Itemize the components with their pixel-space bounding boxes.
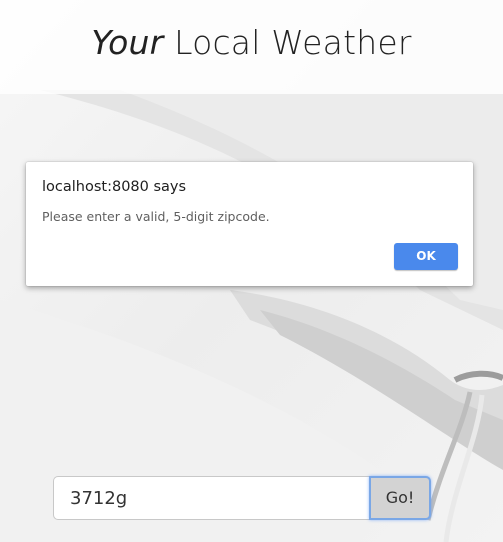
title-your: Your: [91, 23, 164, 62]
title-rest: Local Weather: [163, 23, 412, 62]
go-button[interactable]: Go!: [369, 476, 431, 520]
alert-origin: localhost:8080 says: [42, 179, 187, 195]
alert-message: Please enter a valid, 5-digit zipcode.: [42, 209, 270, 224]
alert-dialog: localhost:8080 says Please enter a valid…: [26, 162, 473, 286]
header: Your Local Weather: [0, 0, 503, 94]
page-title: Your Local Weather: [0, 23, 503, 62]
zipcode-input[interactable]: 3712g: [53, 476, 370, 520]
ok-button[interactable]: OK: [394, 243, 458, 270]
